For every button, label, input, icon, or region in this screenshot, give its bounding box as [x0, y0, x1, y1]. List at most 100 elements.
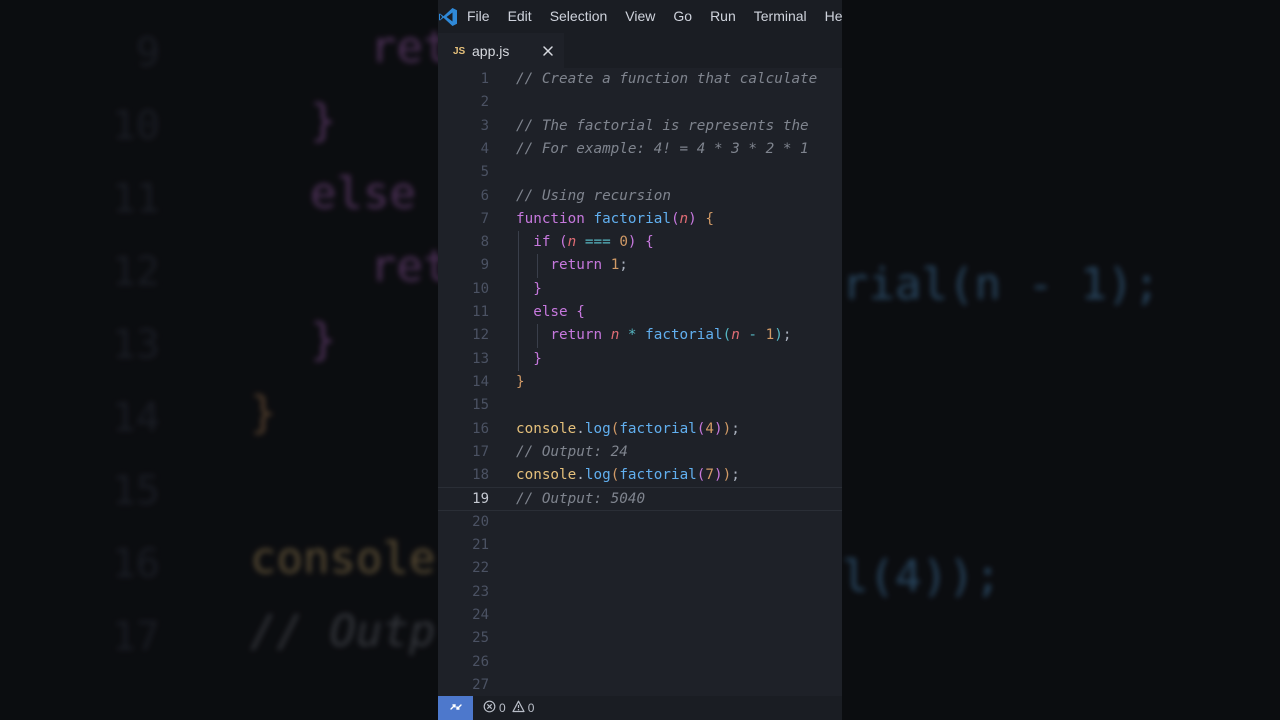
code-line[interactable]: 5: [438, 161, 842, 184]
code-line[interactable]: 20: [438, 511, 842, 534]
code-token: {: [636, 234, 654, 251]
code-token: ): [722, 467, 732, 484]
code-line[interactable]: 7 function factorial(n) {: [438, 208, 842, 231]
code-line[interactable]: 6 // Using recursion: [438, 185, 842, 208]
code-token: (: [559, 234, 568, 251]
menu-item-terminal[interactable]: Terminal: [745, 0, 816, 33]
code-line[interactable]: 16 console.log(factorial(4));: [438, 418, 842, 441]
code-token: ===: [576, 234, 620, 251]
remote-button[interactable]: [438, 696, 473, 720]
js-file-icon: JS: [453, 45, 466, 57]
line-number: 26: [472, 653, 489, 670]
code-line[interactable]: 10 }: [438, 277, 842, 301]
code-token: *: [619, 327, 646, 344]
code-line[interactable]: 22: [438, 557, 842, 580]
problems-indicator[interactable]: 0 0: [483, 700, 534, 716]
code-line[interactable]: 13 }: [438, 347, 842, 371]
code-token: return: [516, 257, 611, 274]
menu-item-go[interactable]: Go: [664, 0, 701, 33]
code-token: ;: [619, 257, 628, 274]
line-number: 4: [480, 140, 489, 157]
line-number: 12: [472, 327, 489, 344]
code-editor[interactable]: 1// Create a function that calculate 2 3//…: [438, 68, 842, 696]
code-text: console.log(factorial(4));: [516, 418, 740, 441]
code-text: }: [516, 278, 542, 301]
line-number: 1: [480, 71, 489, 87]
line-number: 5: [480, 164, 489, 181]
code-text: return 1;: [516, 254, 628, 277]
menu-item-run[interactable]: Run: [701, 0, 745, 33]
code-token: ): [714, 420, 723, 437]
code-line[interactable]: 23: [438, 581, 842, 604]
code-line[interactable]: 15: [438, 394, 842, 417]
code-token: // Using recursion: [516, 187, 671, 204]
code-line[interactable]: 21: [438, 534, 842, 557]
menu-item-file[interactable]: File: [458, 0, 499, 33]
code-line[interactable]: 19 // Output: 5040: [438, 487, 842, 511]
code-token: }: [516, 373, 525, 390]
code-token: factorial: [645, 327, 723, 344]
warning-count: 0: [527, 701, 535, 715]
code-line[interactable]: 9 return 1;: [438, 254, 842, 278]
code-line[interactable]: 25: [438, 627, 842, 650]
code-token: function: [516, 210, 594, 227]
tab-label: app.js: [472, 43, 510, 59]
line-number: 20: [472, 513, 489, 530]
code-text: // Using recursion: [516, 185, 671, 208]
code-text: console.log(factorial(7));: [516, 464, 740, 487]
code-token: ): [722, 420, 732, 437]
code-line[interactable]: 24: [438, 604, 842, 627]
code-line[interactable]: 1 // Create a function that calculate: [438, 68, 842, 91]
menu-item-hel[interactable]: Hel: [816, 0, 842, 33]
error-count: 0: [499, 701, 506, 715]
menu-item-edit[interactable]: Edit: [499, 0, 541, 33]
code-line[interactable]: 8 if (n === 0) {: [438, 231, 842, 255]
code-line[interactable]: 27: [438, 674, 842, 697]
code-line[interactable]: 3 // The factorial is represents the: [438, 115, 842, 138]
line-number: 14: [472, 373, 489, 390]
code-token: ): [688, 210, 697, 227]
code-token: 1: [765, 327, 775, 344]
code-token: if: [516, 234, 560, 251]
error-circle-icon: [483, 700, 496, 716]
menu-item-selection[interactable]: Selection: [541, 0, 617, 33]
code-token: factorial: [619, 420, 697, 437]
line-number: 13: [472, 350, 489, 367]
code-token: n: [679, 210, 689, 227]
code-line[interactable]: 17 // Output: 24: [438, 441, 842, 464]
remote-icon: [449, 699, 463, 718]
code-token: log: [584, 467, 611, 484]
code-token: else: [516, 304, 577, 320]
code-token: -: [739, 327, 766, 344]
code-text: return n * factorial(n - 1);: [516, 324, 791, 347]
code-line[interactable]: 12 return n * factorial(n - 1);: [438, 324, 842, 348]
code-token: log: [584, 420, 611, 437]
code-token: ): [714, 467, 723, 484]
code-token: 7: [705, 467, 714, 484]
title-bar: FileEditSelectionViewGoRunTerminalHel: [438, 0, 842, 33]
code-token: ): [774, 327, 783, 344]
code-line[interactable]: 2: [438, 91, 842, 114]
code-line[interactable]: 18 console.log(factorial(7));: [438, 464, 842, 487]
line-number: 15: [472, 397, 489, 414]
code-token: // For example: 4! = 4 * 3 * 2 * 1: [516, 140, 809, 157]
line-number: 19: [472, 491, 489, 508]
code-token: n: [731, 327, 740, 344]
close-icon[interactable]: [540, 43, 556, 59]
line-number: 25: [472, 630, 489, 647]
line-number: 23: [472, 583, 489, 600]
code-token: ;: [731, 467, 740, 484]
line-number: 21: [472, 537, 489, 553]
code-text: // The factorial is represents the: [516, 115, 817, 138]
code-line[interactable]: 26: [438, 651, 842, 674]
code-line[interactable]: 4 // For example: 4! = 4 * 3 * 2 * 1: [438, 138, 842, 161]
menu-item-view[interactable]: View: [616, 0, 664, 33]
tab-app-js[interactable]: JS app.js: [438, 33, 564, 68]
line-number: 17: [472, 443, 489, 460]
line-number: 18: [472, 467, 489, 484]
code-line[interactable]: 14}: [438, 371, 842, 394]
code-token: {: [576, 304, 585, 320]
code-line[interactable]: 11 else {: [438, 301, 842, 325]
code-token: }: [516, 350, 542, 367]
code-token: }: [516, 280, 542, 297]
